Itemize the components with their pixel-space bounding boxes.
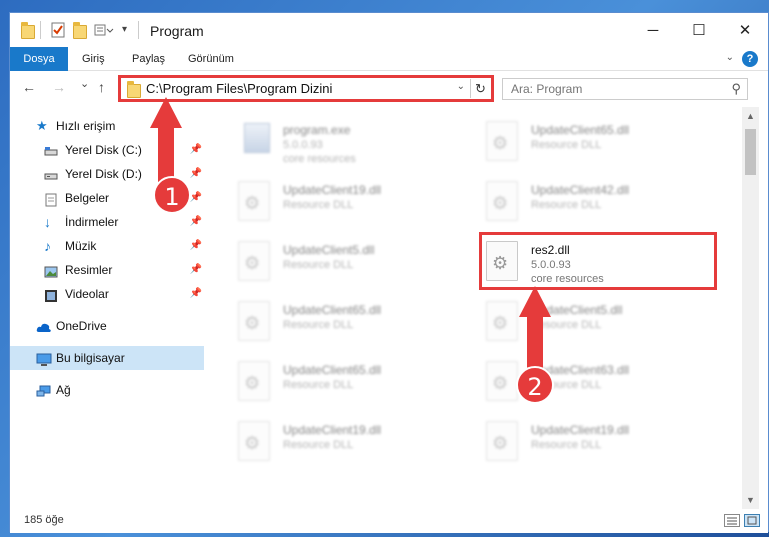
step-2-badge: 2 [516,366,554,404]
arrow-2-head [519,286,551,317]
arrow-1-shaft [158,126,174,182]
step-1-badge: 1 [153,176,191,214]
arrow-2-shaft [527,315,543,371]
annotation-arrows [150,97,551,371]
arrow-1-head [150,97,182,128]
